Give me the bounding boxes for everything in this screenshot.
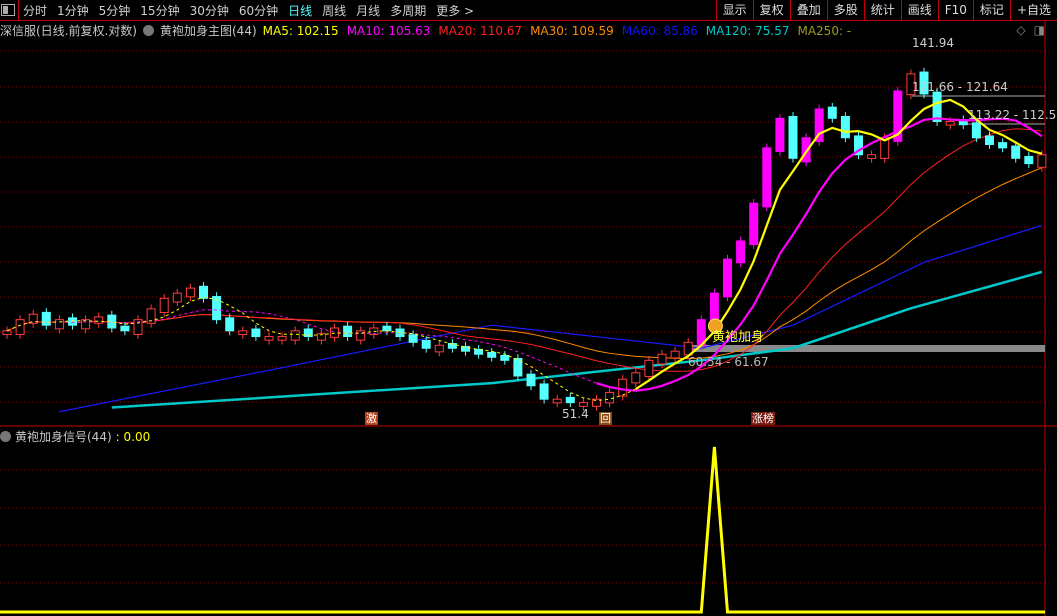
candle-body xyxy=(251,328,261,338)
candle-body xyxy=(120,325,130,332)
sub-indicator-dropdown-icon[interactable] xyxy=(0,431,11,442)
mark-zhangbang[interactable]: 涨榜 xyxy=(751,412,775,425)
candle-body xyxy=(1011,145,1021,159)
ma20-line xyxy=(6,128,1042,372)
signal-line xyxy=(0,446,1045,614)
candle-body xyxy=(172,292,182,303)
candle-body xyxy=(644,359,654,377)
candle-body xyxy=(54,319,64,330)
candle-body xyxy=(408,334,418,343)
candle-body xyxy=(723,258,732,298)
candle-body xyxy=(1037,154,1047,168)
candle-body xyxy=(41,311,51,326)
sub-indicator-name[interactable]: 黄袍加身信号(44) xyxy=(15,428,112,445)
candle-body xyxy=(382,325,392,332)
ma30-line xyxy=(6,167,1043,360)
candle-body xyxy=(238,330,248,335)
candle-body xyxy=(932,91,942,122)
high-price-label: 141.94 xyxy=(912,36,954,50)
candle-body xyxy=(185,287,195,298)
candle-body xyxy=(631,372,641,384)
mark-hui[interactable]: 回 xyxy=(599,412,612,425)
candle-body xyxy=(225,317,235,332)
candle-body xyxy=(762,147,772,208)
candle-body xyxy=(68,317,77,326)
candle-body xyxy=(657,353,667,365)
candle-body xyxy=(159,297,169,313)
candle-body xyxy=(736,240,746,264)
candle-body xyxy=(971,122,981,139)
mark-ji[interactable]: 激 xyxy=(365,412,378,425)
candle-body xyxy=(2,330,12,335)
candle-body xyxy=(212,296,222,321)
band-label: 60.54 - 61.67 xyxy=(688,355,769,369)
price-line-label-2: 113.22 - 112.5 xyxy=(968,108,1057,122)
candle-body xyxy=(985,135,994,145)
ma60-line xyxy=(59,224,1043,413)
candle-body xyxy=(552,398,562,404)
candle-body xyxy=(788,116,798,159)
candle-body xyxy=(578,402,588,407)
sub-indicator-value: : 0.00 xyxy=(115,429,151,444)
candle-body xyxy=(867,154,877,159)
ma120-line xyxy=(111,270,1043,409)
candle-body xyxy=(998,142,1008,149)
candle-body xyxy=(840,116,850,139)
candle-body xyxy=(565,396,575,404)
signal-label: 黄袍加身 xyxy=(712,330,765,345)
candle-body xyxy=(343,325,353,338)
candle-body xyxy=(199,285,208,299)
candle-body xyxy=(945,120,955,126)
candle-body xyxy=(434,344,444,353)
candle-body xyxy=(1024,155,1034,165)
candle-body xyxy=(827,106,837,119)
candle-body xyxy=(749,202,759,246)
candle-body xyxy=(539,383,549,400)
candle-body xyxy=(605,391,615,404)
candle-body xyxy=(618,378,628,397)
low-price-label: 51.4 xyxy=(562,407,589,421)
candle-body xyxy=(94,316,104,324)
candle-body xyxy=(775,117,785,153)
candle-body xyxy=(487,351,497,358)
candle-body xyxy=(15,319,25,335)
candle-body xyxy=(290,330,300,341)
candle-body xyxy=(670,350,680,359)
candle-body xyxy=(526,373,536,387)
candle-body xyxy=(264,336,274,341)
candle-body xyxy=(421,340,431,349)
candle-body xyxy=(277,336,287,341)
candle-body xyxy=(500,354,510,361)
candlestick-chart xyxy=(0,20,1057,616)
price-line-label-1: 121.66 - 121.64 xyxy=(912,80,1008,94)
sub-legend: 黄袍加身信号(44) : 0.00 xyxy=(0,428,150,445)
candle-body xyxy=(356,330,366,341)
